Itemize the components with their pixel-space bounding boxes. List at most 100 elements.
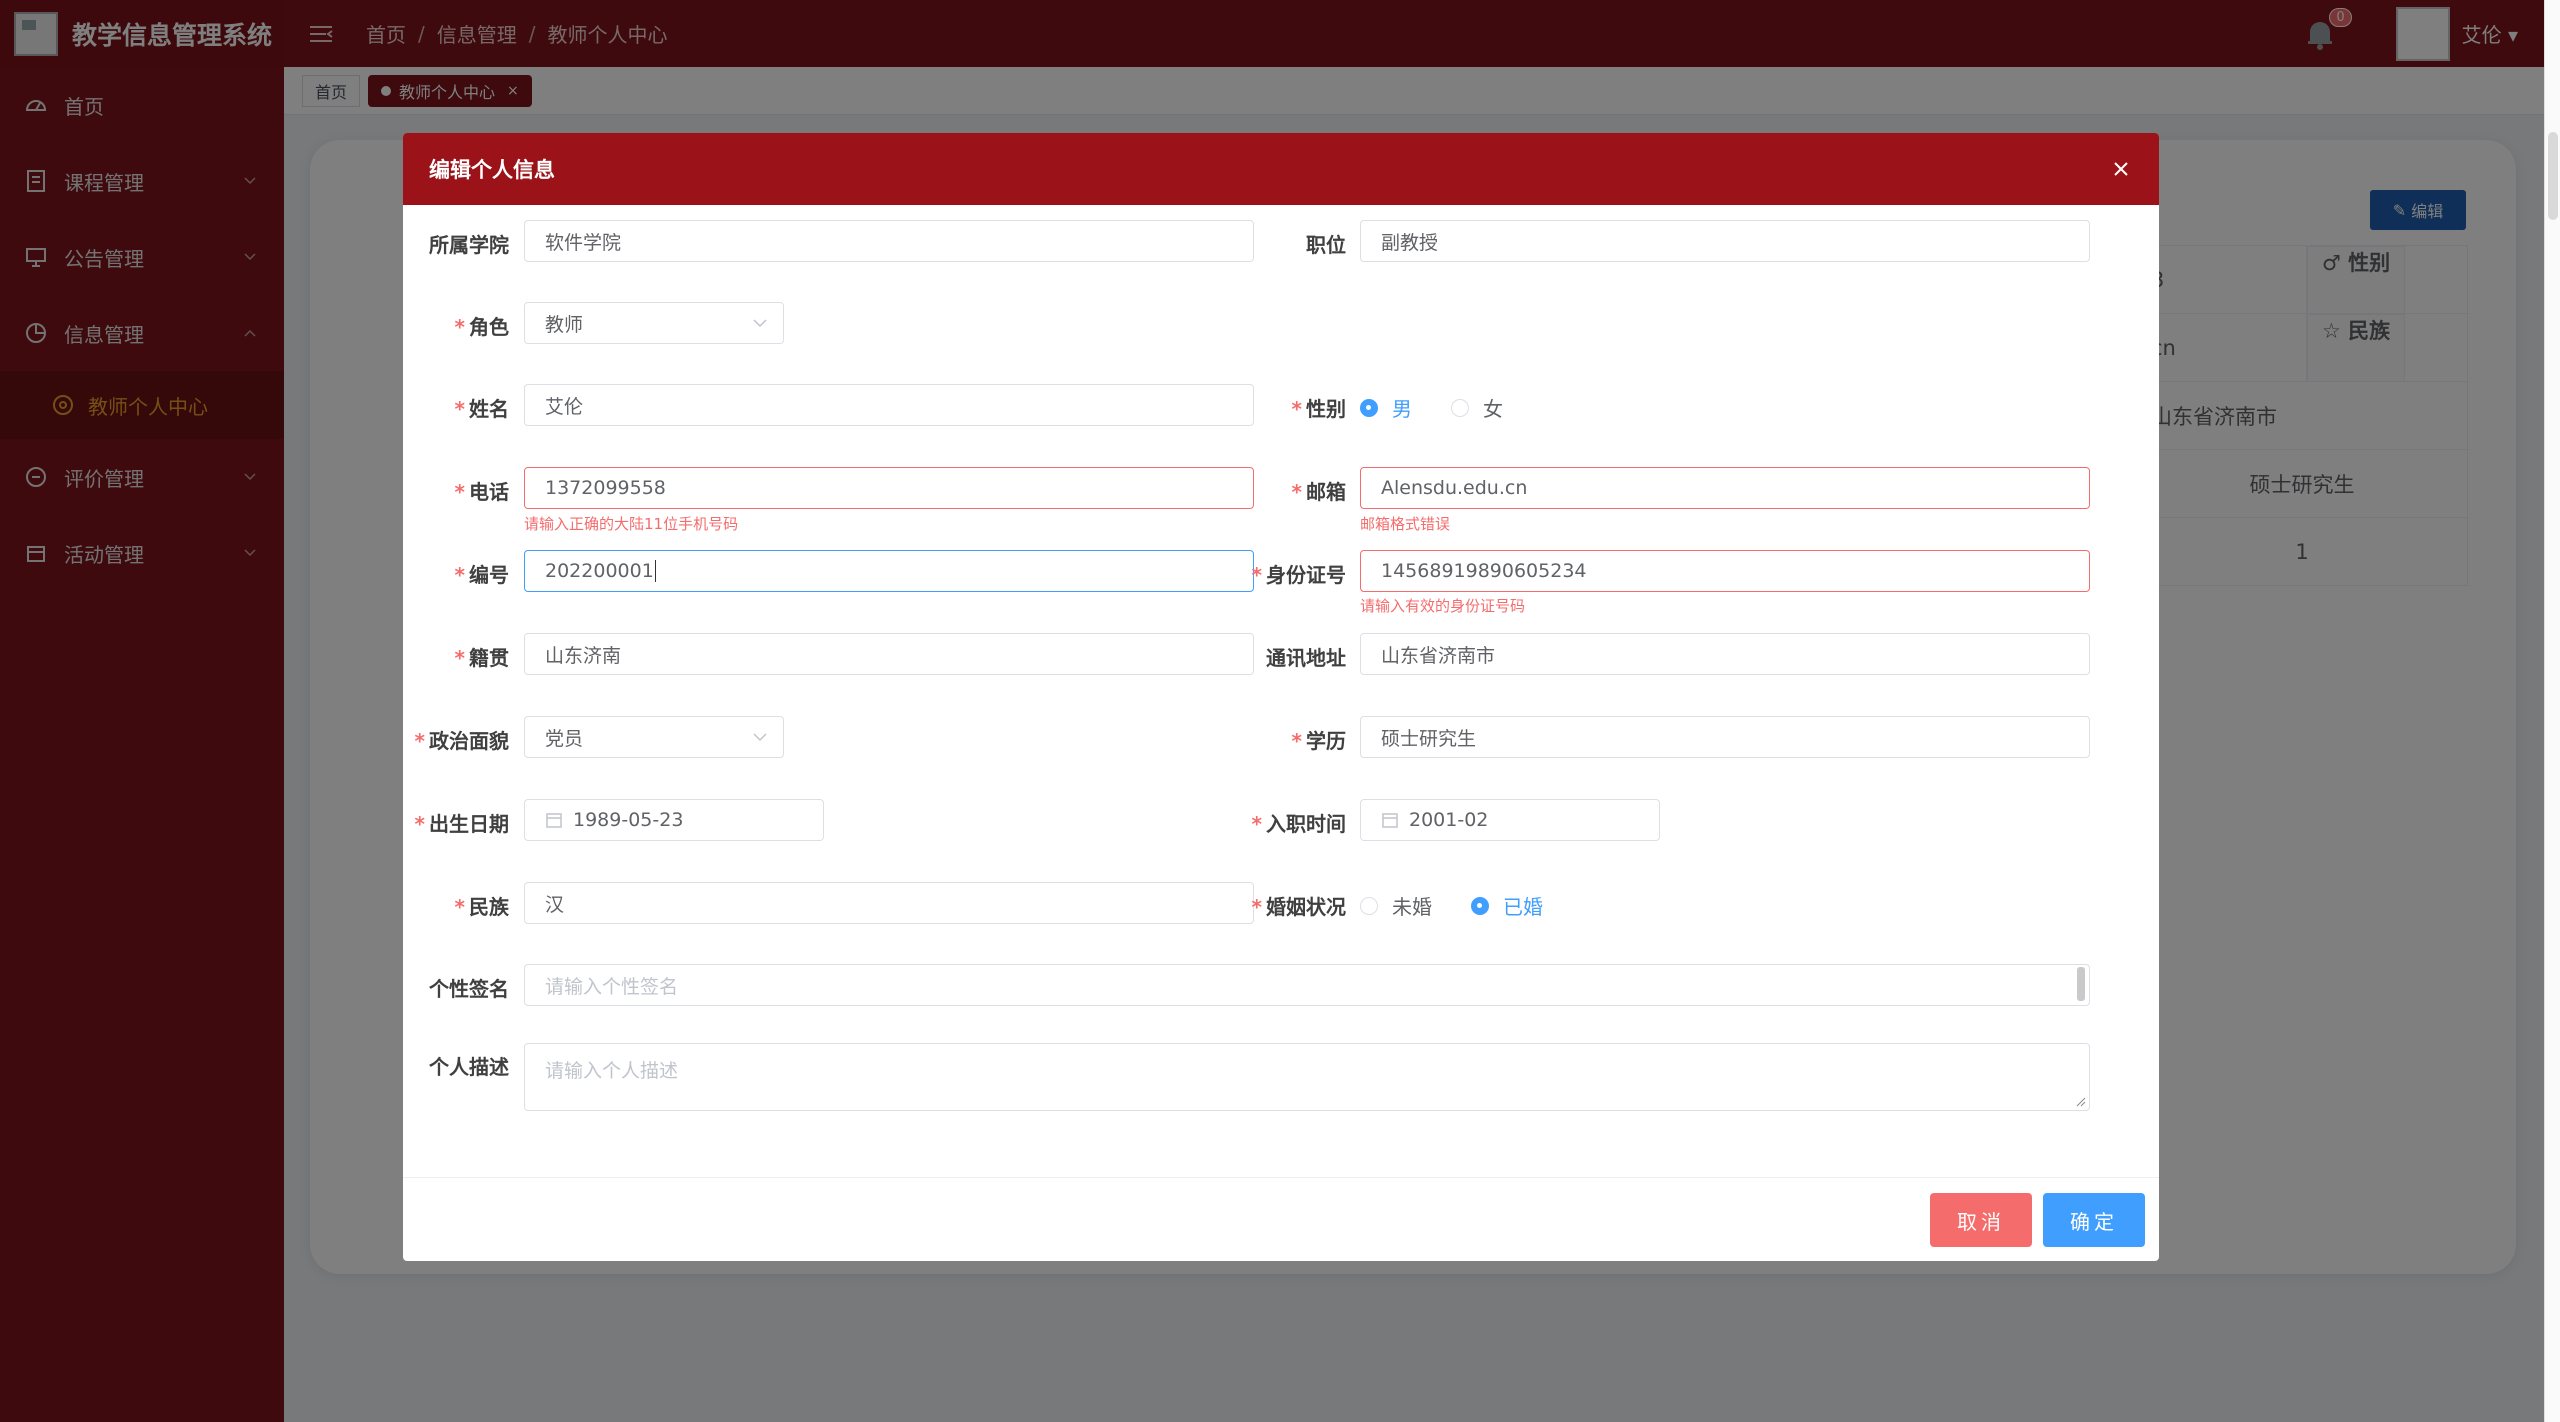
- label-text: 籍贯: [469, 646, 509, 670]
- calendar-icon: [546, 813, 562, 828]
- label-text: 通讯地址: [1266, 646, 1346, 670]
- id-card-input[interactable]: 14568919890605234: [1360, 550, 2090, 592]
- label-text: 姓名: [469, 397, 509, 421]
- address-input[interactable]: 山东省济南市: [1360, 633, 2090, 675]
- select-value: 教师: [545, 313, 584, 336]
- radio-label: 女: [1483, 397, 1503, 421]
- marital-radio-married[interactable]: 已婚: [1471, 891, 1543, 920]
- input-value: 山东济南: [545, 644, 622, 667]
- input-value: 副教授: [1381, 231, 1439, 254]
- required-mark: *: [454, 646, 465, 670]
- radio-checked-icon: [1360, 398, 1378, 417]
- email-label: * 邮箱: [1203, 476, 1346, 505]
- position-input[interactable]: 副教授: [1360, 220, 2090, 262]
- label-text: 政治面貌: [429, 729, 509, 753]
- id-card-error: 请输入有效的身份证号码: [1360, 597, 1526, 615]
- required-mark: *: [1291, 397, 1302, 421]
- college-input[interactable]: 软件学院: [524, 220, 1254, 262]
- id-card-label: * 身份证号: [1203, 559, 1346, 588]
- position-label: 职位: [1203, 229, 1346, 258]
- hire-date-picker[interactable]: 2001-02: [1360, 799, 1660, 841]
- phone-input[interactable]: 1372099558: [524, 467, 1254, 509]
- ethnic-input[interactable]: 汉: [524, 882, 1254, 924]
- label-text: 邮箱: [1306, 480, 1346, 504]
- required-mark: *: [1251, 812, 1262, 836]
- page-scrollbar[interactable]: [2544, 0, 2560, 1422]
- gender-radio-female[interactable]: 女: [1451, 393, 1503, 422]
- signature-label: 个性签名: [403, 973, 509, 1002]
- hometown-label: * 籍贯: [403, 642, 509, 671]
- label-text: 职位: [1306, 233, 1346, 257]
- select-value: 党员: [545, 727, 584, 750]
- number-input[interactable]: 202200001: [524, 550, 1254, 592]
- input-value: 1989-05-23: [573, 809, 684, 831]
- number-label: * 编号: [403, 559, 509, 588]
- label-text: 性别: [1306, 397, 1346, 421]
- close-icon[interactable]: [2109, 157, 2133, 181]
- confirm-button[interactable]: 确定: [2043, 1193, 2145, 1247]
- required-mark: *: [454, 480, 465, 504]
- name-input[interactable]: 艾伦: [524, 384, 1254, 426]
- description-label: 个人描述: [403, 1051, 509, 1080]
- input-value: 山东省济南市: [1381, 644, 1496, 667]
- address-label: 通讯地址: [1203, 642, 1346, 671]
- label-text: 个性签名: [429, 977, 509, 1001]
- phone-label: * 电话: [403, 476, 509, 505]
- political-label: * 政治面貌: [403, 725, 509, 754]
- political-select[interactable]: 党员: [524, 716, 784, 758]
- input-value: 1372099558: [545, 477, 666, 499]
- radio-label: 男: [1392, 397, 1412, 421]
- marital-radio-single[interactable]: 未婚: [1360, 891, 1432, 920]
- chevron-down-icon: [753, 319, 767, 328]
- scrollbar-thumb[interactable]: [2548, 132, 2558, 220]
- marital-label: * 婚姻状况: [1203, 891, 1346, 920]
- birth-date-picker[interactable]: 1989-05-23: [524, 799, 824, 841]
- textarea-scrollbar[interactable]: [2077, 967, 2085, 1001]
- edit-profile-dialog: 编辑个人信息 所属学院 软件学院 职位 副教授 * 角色 教师 * 姓名 艾伦 * 性…: [403, 133, 2159, 1261]
- signature-textarea[interactable]: 请输入个性签名: [524, 964, 2090, 1006]
- radio-checked-icon: [1471, 896, 1489, 915]
- text-caret: [654, 560, 657, 582]
- label-text: 学历: [1306, 729, 1346, 753]
- cancel-button[interactable]: 取消: [1930, 1193, 2032, 1247]
- ethnic-label: * 民族: [403, 891, 509, 920]
- resize-handle-icon[interactable]: [2076, 1097, 2086, 1107]
- hometown-input[interactable]: 山东济南: [524, 633, 1254, 675]
- email-error: 邮箱格式错误: [1360, 515, 1451, 533]
- hire-label: * 入职时间: [1203, 808, 1346, 837]
- radio-label: 未婚: [1392, 895, 1432, 919]
- required-mark: *: [414, 812, 425, 836]
- placeholder-text: 请输入个人描述: [545, 1060, 679, 1082]
- required-mark: *: [454, 895, 465, 919]
- description-textarea[interactable]: 请输入个人描述: [524, 1043, 2090, 1111]
- phone-error: 请输入正确的大陆11位手机号码: [524, 515, 739, 533]
- required-mark: *: [1251, 563, 1262, 587]
- calendar-icon: [1382, 813, 1398, 828]
- label-text: 个人描述: [429, 1055, 509, 1079]
- radio-unchecked-icon: [1360, 896, 1378, 915]
- label-text: 婚姻状况: [1266, 895, 1346, 919]
- placeholder-text: 请输入个性签名: [545, 975, 679, 998]
- radio-unchecked-icon: [1451, 398, 1469, 417]
- input-value: 汉: [545, 893, 565, 916]
- education-input[interactable]: 硕士研究生: [1360, 716, 2090, 758]
- label-text: 所属学院: [429, 233, 509, 257]
- label-text: 入职时间: [1266, 812, 1346, 836]
- dialog-footer: [403, 1177, 2159, 1261]
- required-mark: *: [454, 397, 465, 421]
- role-label: * 角色: [403, 311, 509, 340]
- gender-radio-male[interactable]: 男: [1360, 393, 1412, 422]
- input-value: 软件学院: [545, 231, 622, 254]
- input-value: 14568919890605234: [1381, 560, 1587, 582]
- name-label: * 姓名: [403, 393, 509, 422]
- role-select[interactable]: 教师: [524, 302, 784, 344]
- email-input[interactable]: Alensdu.edu.cn: [1360, 467, 2090, 509]
- required-mark: *: [454, 563, 465, 587]
- label-text: 电话: [469, 480, 509, 504]
- label-text: 编号: [469, 563, 509, 587]
- label-text: 角色: [469, 315, 509, 339]
- input-value: 202200001: [545, 560, 654, 582]
- input-value: 硕士研究生: [1381, 727, 1477, 750]
- label-text: 出生日期: [429, 812, 509, 836]
- input-value: 2001-02: [1409, 809, 1489, 831]
